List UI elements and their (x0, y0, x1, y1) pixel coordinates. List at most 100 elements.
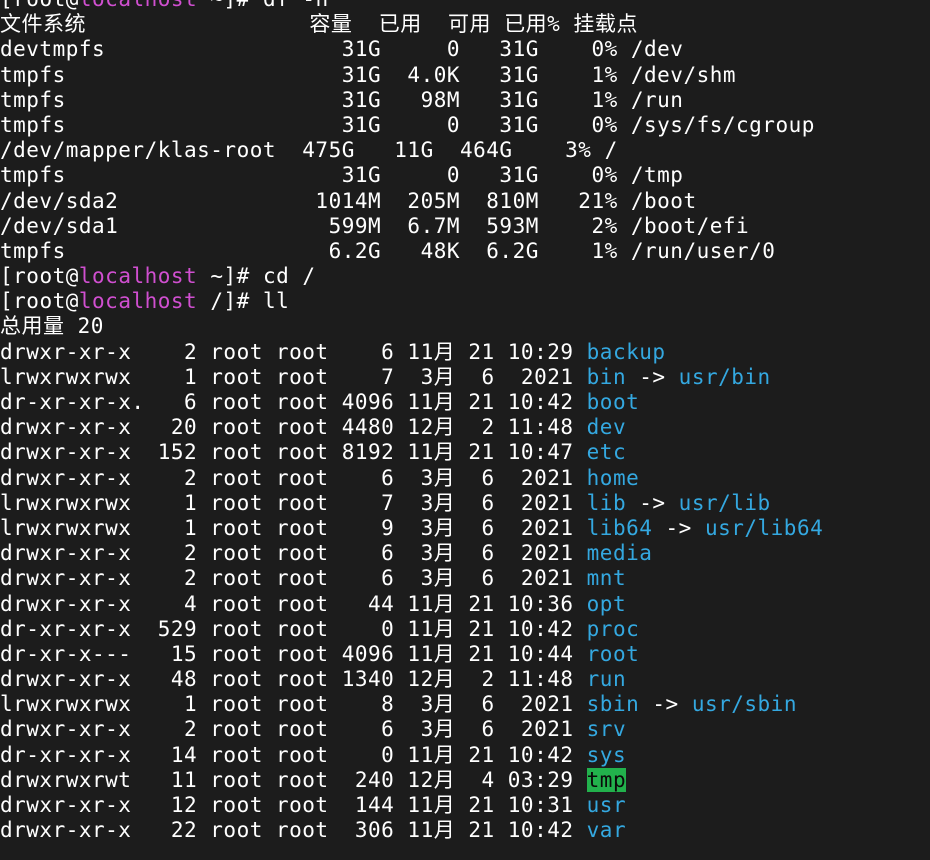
ls-entry-row: drwxr-xr-x 2 root root 6 3月 6 2021 mnt (0, 566, 930, 591)
entry-metadata: drwxr-xr-x 12 root root 144 11月 21 10:31 (0, 793, 587, 817)
entry-name[interactable]: sbin (587, 692, 640, 716)
output-line: 文件系统 容量 已用 可用 已用% 挂载点 (0, 12, 930, 37)
entry-name[interactable]: media (587, 541, 653, 565)
prompt-user: root (13, 264, 66, 289)
entry-metadata: dr-xr-xr-x 529 root root 0 11月 21 10:42 (0, 616, 587, 641)
symlink-target[interactable]: usr/lib (679, 491, 771, 515)
prompt-line: [root@localhost ~]# cd / (0, 264, 930, 289)
output-line: /dev/sda1 599M 6.7M 593M 2% /boot/efi (0, 214, 930, 239)
output-line: tmpfs 6.2G 48K 6.2G 1% /run/user/0 (0, 239, 930, 264)
ls-entry-row: drwxr-xr-x 2 root root 6 3月 6 2021 srv (0, 717, 930, 742)
ls-entry-row: lrwxrwxrwx 1 root root 8 3月 6 2021 sbin … (0, 692, 930, 717)
entry-name[interactable]: lib (587, 491, 626, 515)
prompt-hostname: localhost (78, 289, 198, 314)
entry-name[interactable]: opt (587, 592, 626, 616)
prompt-at: @ (66, 0, 79, 11)
prompt-symbol: ]# (223, 264, 263, 289)
ls-entry-row: drwxrwxrwt 11 root root 240 12月 4 03:29 … (0, 767, 930, 793)
output-line: /dev/sda2 1014M 205M 810M 21% /boot (0, 189, 930, 214)
ls-entry-row: drwxr-xr-x 12 root root 144 11月 21 10:31… (0, 793, 930, 818)
entry-name[interactable]: backup (587, 340, 666, 364)
ls-entry-row: lrwxrwxrwx 1 root root 7 3月 6 2021 lib -… (0, 491, 930, 516)
entry-name[interactable]: proc (587, 617, 640, 641)
ls-entry-row: dr-xr-x--- 15 root root 4096 11月 21 10:4… (0, 642, 930, 667)
symlink-arrow: -> (652, 515, 705, 540)
entry-name[interactable]: run (587, 667, 626, 691)
entry-name[interactable]: home (587, 466, 640, 490)
symlink-target[interactable]: usr/sbin (692, 692, 797, 716)
entry-name[interactable]: bin (587, 365, 626, 389)
output-text: /dev/sda1 599M 6.7M 593M 2% /boot/efi (0, 213, 750, 238)
ls-entry-row: lrwxrwxrwx 1 root root 9 3月 6 2021 lib64… (0, 516, 930, 541)
output-line: tmpfs 31G 4.0K 31G 1% /dev/shm (0, 63, 930, 88)
symlink-target[interactable]: usr/bin (679, 365, 771, 389)
prompt-cwd: ~ (210, 264, 224, 289)
ls-entry-row: dr-xr-xr-x 529 root root 0 11月 21 10:42 … (0, 617, 930, 642)
output-text: /dev/mapper/klas-root 475G 11G 464G 3% / (0, 138, 618, 163)
symlink-arrow: -> (639, 692, 692, 717)
ls-entry-row: drwxr-xr-x 4 root root 44 11月 21 10:36 o… (0, 592, 930, 617)
ls-entry-row: drwxr-xr-x 2 root root 6 11月 21 10:29 ba… (0, 340, 930, 365)
entry-name[interactable]: usr (587, 793, 626, 817)
entry-metadata: lrwxrwxrwx 1 root root 9 3月 6 2021 (0, 515, 587, 540)
prompt-hostname: localhost (79, 0, 197, 11)
prompt-at: @ (65, 289, 79, 314)
entry-metadata: dr-xr-xr-x 14 root root 0 11月 21 10:42 (0, 742, 587, 767)
output-line: tmpfs 31G 98M 31G 1% /run (0, 88, 930, 113)
entry-metadata: drwxr-xr-x 2 root root 6 3月 6 2021 (0, 465, 587, 490)
ls-entry-row: dr-xr-xr-x. 6 root root 4096 11月 21 10:4… (0, 390, 930, 415)
entry-name[interactable]: var (587, 818, 626, 842)
ls-entry-row: lrwxrwxrwx 1 root root 7 3月 6 2021 bin -… (0, 365, 930, 390)
entry-metadata: drwxr-xr-x 2 root root 6 11月 21 10:29 (0, 339, 587, 364)
entry-name[interactable]: srv (587, 717, 626, 741)
entry-metadata: dr-xr-x--- 15 root root 4096 11月 21 10:4… (0, 641, 587, 666)
output-text: 总用量 20 (0, 314, 104, 339)
entry-metadata: drwxr-xr-x 2 root root 6 3月 6 2021 (0, 717, 587, 742)
output-text: devtmpfs 31G 0 31G 0% /dev (0, 37, 684, 62)
command-text: ll (262, 289, 290, 314)
entry-name[interactable]: lib64 (587, 516, 653, 540)
entry-name[interactable]: tmp (586, 767, 627, 792)
prompt-symbol: ]# (224, 0, 263, 11)
ls-entry-row: drwxr-xr-x 22 root root 306 11月 21 10:42… (0, 818, 930, 843)
prompt-cwd: ~ (210, 0, 223, 11)
entry-metadata: lrwxrwxrwx 1 root root 7 3月 6 2021 (0, 490, 587, 515)
entry-name[interactable]: sys (587, 743, 626, 767)
prompt-user: root (13, 289, 66, 314)
ls-entry-row: drwxr-xr-x 2 root root 6 3月 6 2021 home (0, 466, 930, 491)
output-line: /dev/mapper/klas-root 475G 11G 464G 3% / (0, 138, 930, 163)
prompt-cwd: / (210, 289, 224, 314)
entry-name[interactable]: boot (587, 390, 640, 414)
prompt-hostname: localhost (78, 264, 198, 289)
prompt-user: root (13, 0, 66, 11)
terminal-window[interactable]: [root@localhost ~]# df -h文件系统 容量 已用 可用 已… (0, 0, 930, 860)
output-text: /dev/sda2 1014M 205M 810M 21% /boot (0, 188, 697, 213)
output-line: tmpfs 31G 0 31G 0% /tmp (0, 163, 930, 188)
symlink-target[interactable]: usr/lib64 (705, 516, 823, 540)
entry-metadata: drwxr-xr-x 152 root root 8192 11月 21 10:… (0, 440, 587, 465)
prompt-bracket-open: [ (0, 289, 14, 314)
entry-name[interactable]: etc (587, 440, 626, 464)
entry-metadata: drwxr-xr-x 20 root root 4480 12月 2 11:48 (0, 415, 587, 440)
output-text: tmpfs 31G 98M 31G 1% /run (0, 87, 684, 112)
entry-name[interactable]: dev (587, 415, 626, 439)
prompt-bracket-open: [ (0, 264, 14, 289)
entry-metadata: lrwxrwxrwx 1 root root 8 3月 6 2021 (0, 692, 587, 717)
output-line: devtmpfs 31G 0 31G 0% /dev (0, 37, 930, 62)
entry-name[interactable]: root (587, 642, 640, 666)
prompt-bracket-open: [ (0, 0, 13, 11)
entry-metadata: drwxr-xr-x 48 root root 1340 12月 2 11:48 (0, 667, 587, 692)
entry-name[interactable]: mnt (587, 566, 626, 590)
symlink-arrow: -> (626, 364, 679, 389)
ls-entry-row: drwxr-xr-x 2 root root 6 3月 6 2021 media (0, 541, 930, 566)
prompt-symbol: ]# (223, 289, 263, 314)
prompt-line: [root@localhost /]# ll (0, 289, 930, 314)
output-line: tmpfs 31G 0 31G 0% /sys/fs/cgroup (0, 113, 930, 138)
prompt-at: @ (65, 264, 79, 289)
entry-metadata: dr-xr-xr-x. 6 root root 4096 11月 21 10:4… (0, 390, 587, 414)
output-text: tmpfs 6.2G 48K 6.2G 1% /run/user/0 (0, 238, 776, 263)
output-text: tmpfs 31G 0 31G 0% /sys/fs/cgroup (0, 112, 815, 137)
